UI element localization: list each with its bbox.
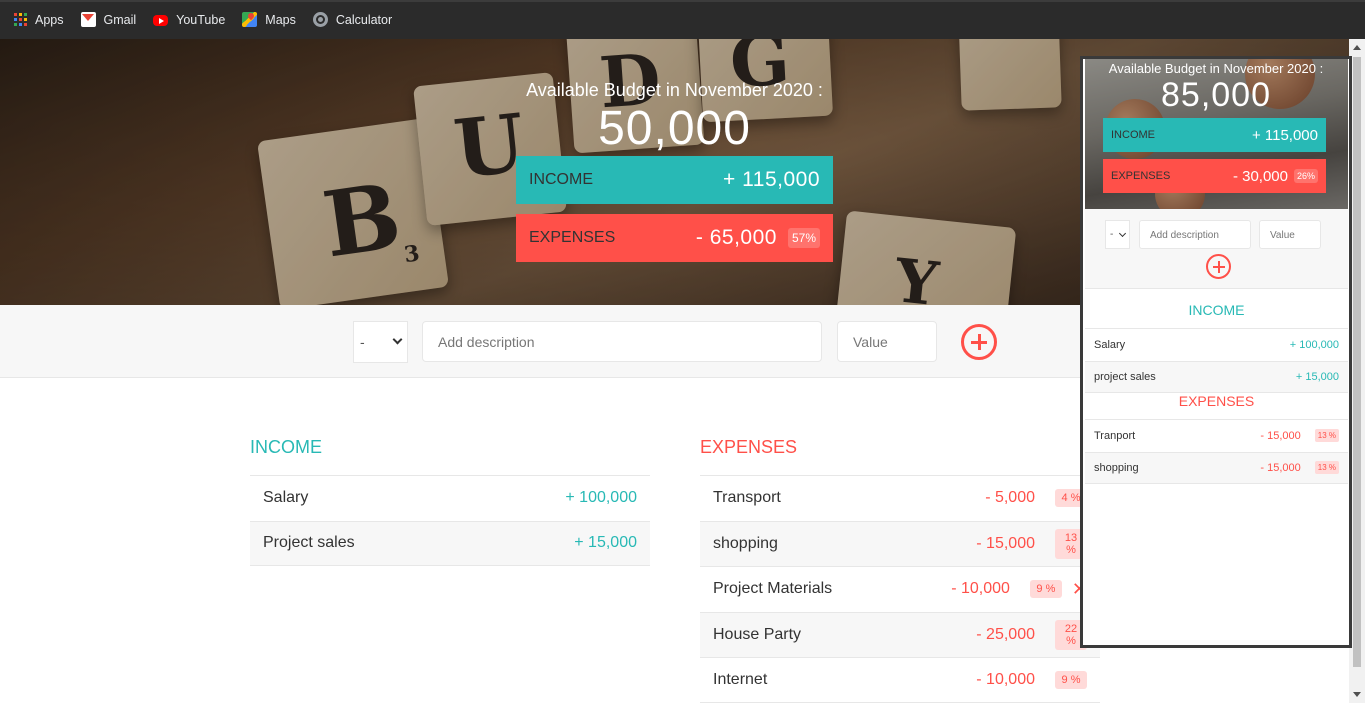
item-description: Internet: [713, 670, 768, 688]
item-value: - 15,000: [976, 534, 1035, 552]
bookmark-youtube[interactable]: YouTube: [153, 13, 225, 27]
add-item-button[interactable]: [961, 324, 997, 360]
income-summary-label: INCOME: [529, 171, 593, 188]
item-value: - 15,000: [1260, 461, 1301, 474]
address-bar-edge: [0, 0, 1365, 2]
mobile-budget-value: 85,000: [1161, 76, 1271, 114]
bookmark-apps[interactable]: Apps: [14, 13, 64, 27]
item-description: Transport: [713, 489, 781, 507]
expenses-summary-label: EXPENSES: [529, 229, 616, 246]
item-value: - 10,000: [976, 670, 1035, 688]
type-select-value: -: [360, 334, 365, 350]
income-list-title: INCOME: [250, 437, 322, 457]
scroll-up-arrow-icon[interactable]: [1353, 45, 1361, 50]
mobile-expenses-title: EXPENSES: [1178, 393, 1255, 409]
income-item[interactable]: Project sales + 15,000: [250, 520, 650, 566]
item-description: Tranport: [1094, 429, 1136, 442]
mobile-type-select[interactable]: -: [1105, 220, 1130, 249]
item-percentage: 13 %: [1314, 461, 1339, 475]
mobile-type-select-value: -: [1110, 229, 1114, 240]
bookmark-label: Maps: [265, 12, 296, 27]
expense-item[interactable]: shopping - 15,000 13 %: [700, 520, 1100, 566]
bookmark-label: Gmail: [103, 12, 137, 27]
mobile-income-item[interactable]: project sales + 15,000: [1085, 360, 1348, 393]
expenses-percentage-badge: 57%: [787, 228, 820, 248]
mobile-description-input[interactable]: Add description: [1139, 220, 1251, 249]
apps-icon: [14, 13, 27, 26]
item-description: Salary: [1094, 338, 1126, 351]
gmail-icon: [80, 12, 96, 27]
mobile-income-value: + 115,000: [1251, 126, 1318, 144]
bookmark-calculator[interactable]: Calculator: [312, 12, 393, 27]
expense-item[interactable]: Internet - 10,000 9 %: [700, 657, 1100, 703]
item-description: project sales: [1094, 370, 1156, 383]
expenses-summary: EXPENSES - 65,000 57%: [516, 214, 833, 262]
mobile-income-list: Salary + 100,000 project sales + 15,000: [1085, 328, 1348, 393]
income-item[interactable]: Salary + 100,000: [250, 475, 650, 521]
bookmark-label: YouTube: [176, 12, 226, 27]
mobile-expenses-label: EXPENSES: [1111, 170, 1171, 182]
scroll-down-arrow-icon[interactable]: [1353, 692, 1361, 697]
mobile-income-summary: INCOME + 115,000: [1103, 118, 1326, 152]
chevron-down-icon: [392, 334, 403, 345]
mobile-add-item-button[interactable]: [1206, 254, 1231, 279]
maps-icon: [242, 12, 258, 27]
value-input[interactable]: Value: [837, 321, 937, 362]
expenses-summary-value: - 65,000: [695, 226, 777, 249]
item-description: shopping: [1094, 461, 1139, 474]
item-percentage: 9 %: [1029, 580, 1062, 599]
expenses-list-title: EXPENSES: [700, 437, 798, 457]
item-value: + 100,000: [565, 489, 637, 507]
bookmark-label: Apps: [35, 12, 64, 27]
mobile-expense-item[interactable]: Tranport - 15,000 13 %: [1085, 419, 1348, 452]
income-list: INCOME Salary + 100,000 Project sales + …: [250, 437, 650, 566]
item-value: + 15,000: [574, 534, 637, 552]
expense-item[interactable]: Project Materials - 10,000 9 % ✕: [700, 566, 1100, 612]
mobile-preview-window: Available Budget in November 2020 : 85,0…: [1080, 56, 1352, 648]
item-description: Salary: [263, 489, 309, 507]
item-value: - 25,000: [976, 625, 1035, 643]
expense-item[interactable]: Transport - 5,000 4 %: [700, 475, 1100, 521]
income-summary: INCOME + 115,000: [516, 156, 833, 204]
item-description: Project Materials: [713, 580, 833, 598]
item-value: + 100,000: [1289, 338, 1339, 351]
item-description: shopping: [713, 534, 778, 552]
bookmark-label: Calculator: [335, 12, 393, 27]
expenses-list: EXPENSES Transport - 5,000 4 % shopping …: [700, 437, 1100, 703]
item-percentage: 9 %: [1055, 670, 1087, 689]
mobile-value-input[interactable]: Value: [1259, 220, 1321, 249]
item-value: - 15,000: [1260, 429, 1301, 442]
mobile-income-label: INCOME: [1111, 129, 1155, 141]
description-input[interactable]: Add description: [422, 321, 822, 362]
calculator-icon: [312, 12, 328, 27]
scrollbar-thumb[interactable]: [1353, 57, 1361, 667]
mobile-expense-item[interactable]: shopping - 15,000 13 %: [1085, 451, 1348, 484]
mobile-expenses-summary: EXPENSES - 30,000 26%: [1103, 159, 1326, 193]
item-value: + 15,000: [1295, 370, 1339, 383]
chevron-down-icon: [1118, 229, 1127, 238]
bookmarks-bar: Apps Gmail YouTube Maps Calculator: [0, 0, 1365, 39]
income-summary-value: + 115,000: [723, 168, 820, 191]
mobile-add-item-bar: - Add description Value: [1085, 209, 1348, 289]
item-description: House Party: [713, 625, 802, 643]
item-description: Project sales: [263, 534, 355, 552]
mobile-expenses-value: - 30,000: [1232, 167, 1288, 185]
bookmark-maps[interactable]: Maps: [242, 12, 296, 27]
mobile-income-item[interactable]: Salary + 100,000: [1085, 328, 1348, 361]
item-value: - 5,000: [985, 489, 1035, 507]
item-value: - 10,000: [951, 580, 1010, 598]
mobile-expenses-list: Tranport - 15,000 13 % shopping - 15,000…: [1085, 419, 1348, 484]
bookmark-gmail[interactable]: Gmail: [80, 12, 137, 27]
youtube-icon: [153, 15, 169, 26]
item-percentage: 13 %: [1314, 429, 1339, 443]
type-select[interactable]: -: [353, 321, 408, 363]
mobile-budget-title: Available Budget in November 2020 :: [1108, 61, 1324, 76]
mobile-expenses-percentage-badge: 26%: [1293, 169, 1318, 183]
mobile-income-title: INCOME: [1188, 302, 1245, 318]
expense-item[interactable]: House Party - 25,000 22 %: [700, 611, 1100, 657]
